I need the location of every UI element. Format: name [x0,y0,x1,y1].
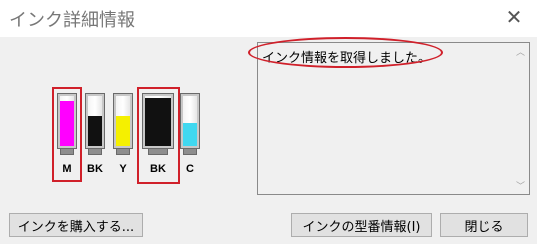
cartridge-nozzle [148,149,168,155]
buy-ink-button[interactable]: インクを購入する... [9,213,143,237]
dialog-body: M BK Y BK C インク情報を取得しました。 ︿ ﹀ インクを購入する..… [0,37,537,244]
ink-model-info-button[interactable]: インクの型番情報(I) [291,213,432,237]
cartridge-nozzle [60,149,74,155]
cartridge-body [113,93,133,149]
highlight-oval [248,37,443,68]
cartridge-label: BK [150,163,166,175]
cartridge-body [142,93,174,149]
close-button[interactable]: 閉じる [440,213,528,237]
message-box[interactable]: インク情報を取得しました。 ︿ ﹀ [248,37,530,195]
cartridge-nozzle [183,149,197,155]
scroll-down-icon[interactable]: ﹀ [512,177,529,194]
cartridge-label: Y [119,163,127,175]
cartridge-nozzle [116,149,130,155]
cartridge-nozzle [88,149,102,155]
ink-cartridges-panel: M BK Y BK C [0,37,240,197]
cartridge-body [57,93,77,149]
title-bar: インク詳細情報 ✕ [0,0,537,37]
cartridge-body [85,93,105,149]
close-icon[interactable]: ✕ [491,0,537,34]
scroll-up-icon[interactable]: ︿ [512,43,529,60]
cartridge-label: C [186,163,194,175]
cartridge-body [180,93,200,149]
window-title: インク詳細情報 [9,10,135,31]
vertical-scrollbar[interactable]: ︿ ﹀ [512,43,529,194]
